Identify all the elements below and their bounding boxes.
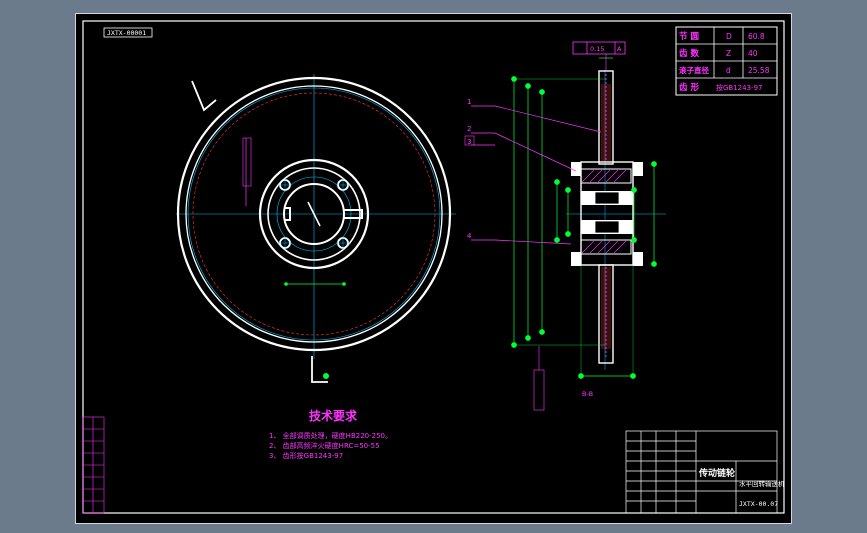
param-label-profile: 齿 形 [679,82,699,93]
drawing-number: JXTX-00001 [107,29,146,37]
tech-title: 技术要求 [309,408,358,423]
title-code: JXTX-00.07 [739,500,778,508]
tech-note-2: 2、 齿部高频淬火硬度HRC=50-55 [269,441,380,450]
section-label: B-B [582,390,593,398]
param-value-teeth: 40 [748,49,758,58]
revision-strip [82,416,105,514]
param-symbol-pitch: D [726,32,732,41]
leader-4: 4 [467,232,472,240]
tolerance-value: 0.15 [590,45,604,53]
tolerance-datum: A [617,45,622,53]
param-value-profile: 按GB1243-97 [716,83,762,92]
param-label-pitch: 节 圆 [679,31,699,42]
section-dimensions [511,57,657,379]
leader-2: 2 [467,125,471,133]
front-view [176,74,456,383]
param-label-roller: 滚子直径 [679,65,709,75]
leader-1: 1 [467,98,471,106]
tech-note-1: 1、 全部调质处理，硬度HB220-250。 [269,431,392,440]
param-value-pitch: 60.8 [748,32,765,41]
param-symbol-teeth: Z [726,49,731,58]
cad-viewport[interactable]: JXTX-00001 0.15 A 1 2 3 4 B-B 节 圆 D 60.8… [75,13,792,524]
title-part-name: 传动链轮 [698,467,735,479]
param-value-roller: 25.58 [748,66,770,75]
title-org: 水平回转输送机 [739,479,785,488]
section-view [511,57,666,411]
param-symbol-roller: d [726,66,731,75]
section-arrow-top [191,80,217,112]
leader-3: 3 [467,138,471,146]
drawing-canvas[interactable]: JXTX-00001 0.15 A 1 2 3 4 B-B 节 圆 D 60.8… [76,14,791,523]
drawing-number-box: JXTX-00001 [103,27,153,38]
tech-note-3: 3、 齿形按GB1243-97 [269,451,343,460]
tolerance-frame: 0.15 A [572,41,626,70]
param-label-teeth: 齿 数 [679,48,699,59]
